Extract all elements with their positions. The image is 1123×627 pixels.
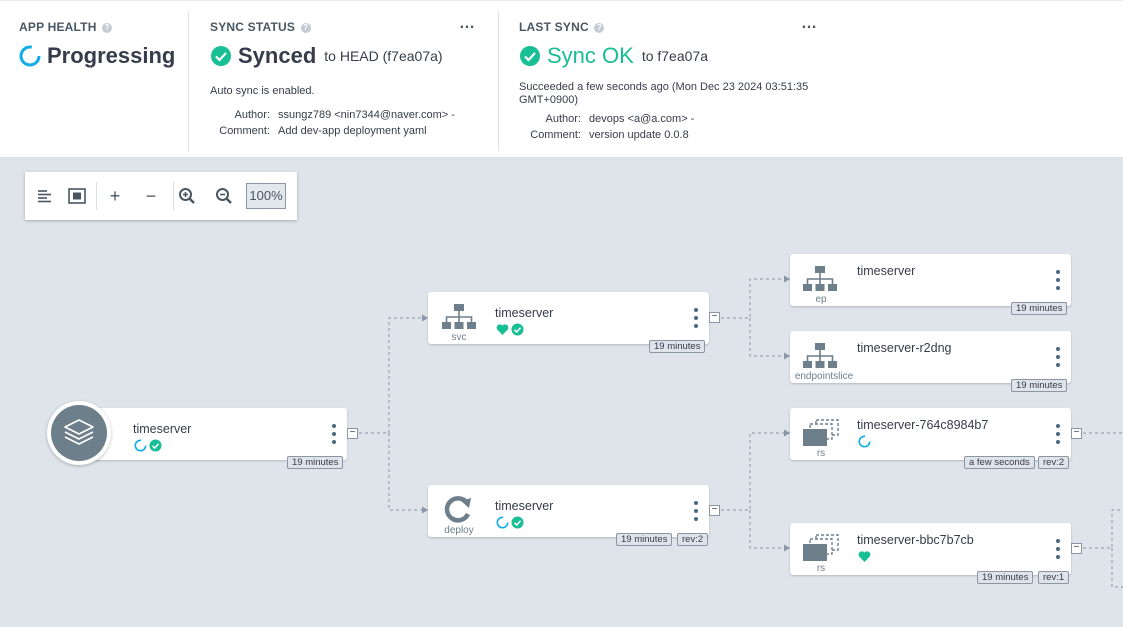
revision-tag: rev:2 (1038, 456, 1070, 469)
heart-icon (858, 551, 871, 562)
node-menu-button[interactable] (329, 424, 339, 444)
collapse-toggle[interactable]: − (1071, 543, 1082, 554)
network-icon (803, 266, 837, 291)
node-name: timeserver (495, 306, 554, 320)
collapse-toggle[interactable]: − (1071, 428, 1082, 439)
node-menu-button[interactable] (1053, 347, 1063, 367)
heart-icon (496, 324, 509, 335)
age-tag: 19 minutes (287, 456, 344, 469)
collapse-toggle[interactable]: − (709, 312, 720, 323)
node-kind: deploy (444, 525, 474, 536)
refresh-icon (444, 496, 471, 523)
copy-icon (803, 534, 839, 561)
resource-node-rs[interactable]: rs timeserver-764c8984b7 (790, 408, 1071, 460)
node-kind: endpointslice (794, 371, 854, 382)
node-name: timeserver-bbc7b7cb (857, 533, 974, 547)
node-menu-button[interactable] (1053, 539, 1063, 559)
revision-tag: rev:1 (1038, 571, 1070, 584)
node-kind: rs (816, 563, 826, 574)
node-status-icons (496, 516, 524, 529)
collapse-toggle[interactable]: − (347, 428, 358, 439)
resource-node-ep[interactable]: ep timeserver (790, 254, 1071, 306)
node-menu-button[interactable] (691, 308, 701, 328)
age-tag: 19 minutes (1011, 302, 1068, 315)
resource-node-svc[interactable]: svc timeserver (428, 292, 709, 344)
age-tag: a few seconds (964, 456, 1035, 469)
progressing-icon (496, 516, 509, 529)
node-menu-button[interactable] (1053, 270, 1063, 290)
revision-tag: rev:2 (677, 533, 709, 546)
node-name: timeserver-764c8984b7 (857, 418, 989, 432)
age-tag: 19 minutes (977, 571, 1034, 584)
node-name: timeserver (857, 264, 916, 278)
check-circle-icon (511, 323, 524, 336)
app-icon[interactable] (47, 401, 111, 465)
resource-node-rs[interactable]: rs timeserver-bbc7b7cb (790, 523, 1071, 575)
node-name: timeserver (495, 499, 554, 513)
node-status-icons (134, 439, 162, 452)
age-tag: 19 minutes (649, 340, 706, 353)
node-kind: rs (816, 448, 826, 459)
resource-node-deploy[interactable]: deploy timeserver (428, 485, 709, 537)
app-node[interactable]: timeserver (78, 408, 347, 460)
check-circle-icon (511, 516, 524, 529)
network-icon (442, 304, 476, 329)
age-tag: 19 minutes (616, 533, 673, 546)
copy-icon (803, 419, 839, 446)
layers-icon (64, 419, 94, 445)
node-status-icons (496, 323, 524, 336)
progressing-icon (134, 439, 147, 452)
node-name: timeserver (133, 422, 192, 436)
node-kind: svc (451, 332, 467, 343)
node-menu-button[interactable] (1053, 424, 1063, 444)
node-status-icons (858, 550, 871, 563)
node-kind: ep (815, 294, 827, 305)
node-name: timeserver-r2dng (857, 341, 952, 355)
node-status-icons (858, 435, 871, 448)
resource-node-endpointslice[interactable]: endpointslice timeserver-r2dng (790, 331, 1071, 383)
network-icon (803, 343, 837, 368)
progressing-icon (858, 435, 871, 448)
node-menu-button[interactable] (691, 501, 701, 521)
collapse-toggle[interactable]: − (709, 505, 720, 516)
age-tag: 19 minutes (1011, 379, 1068, 392)
check-circle-icon (149, 439, 162, 452)
